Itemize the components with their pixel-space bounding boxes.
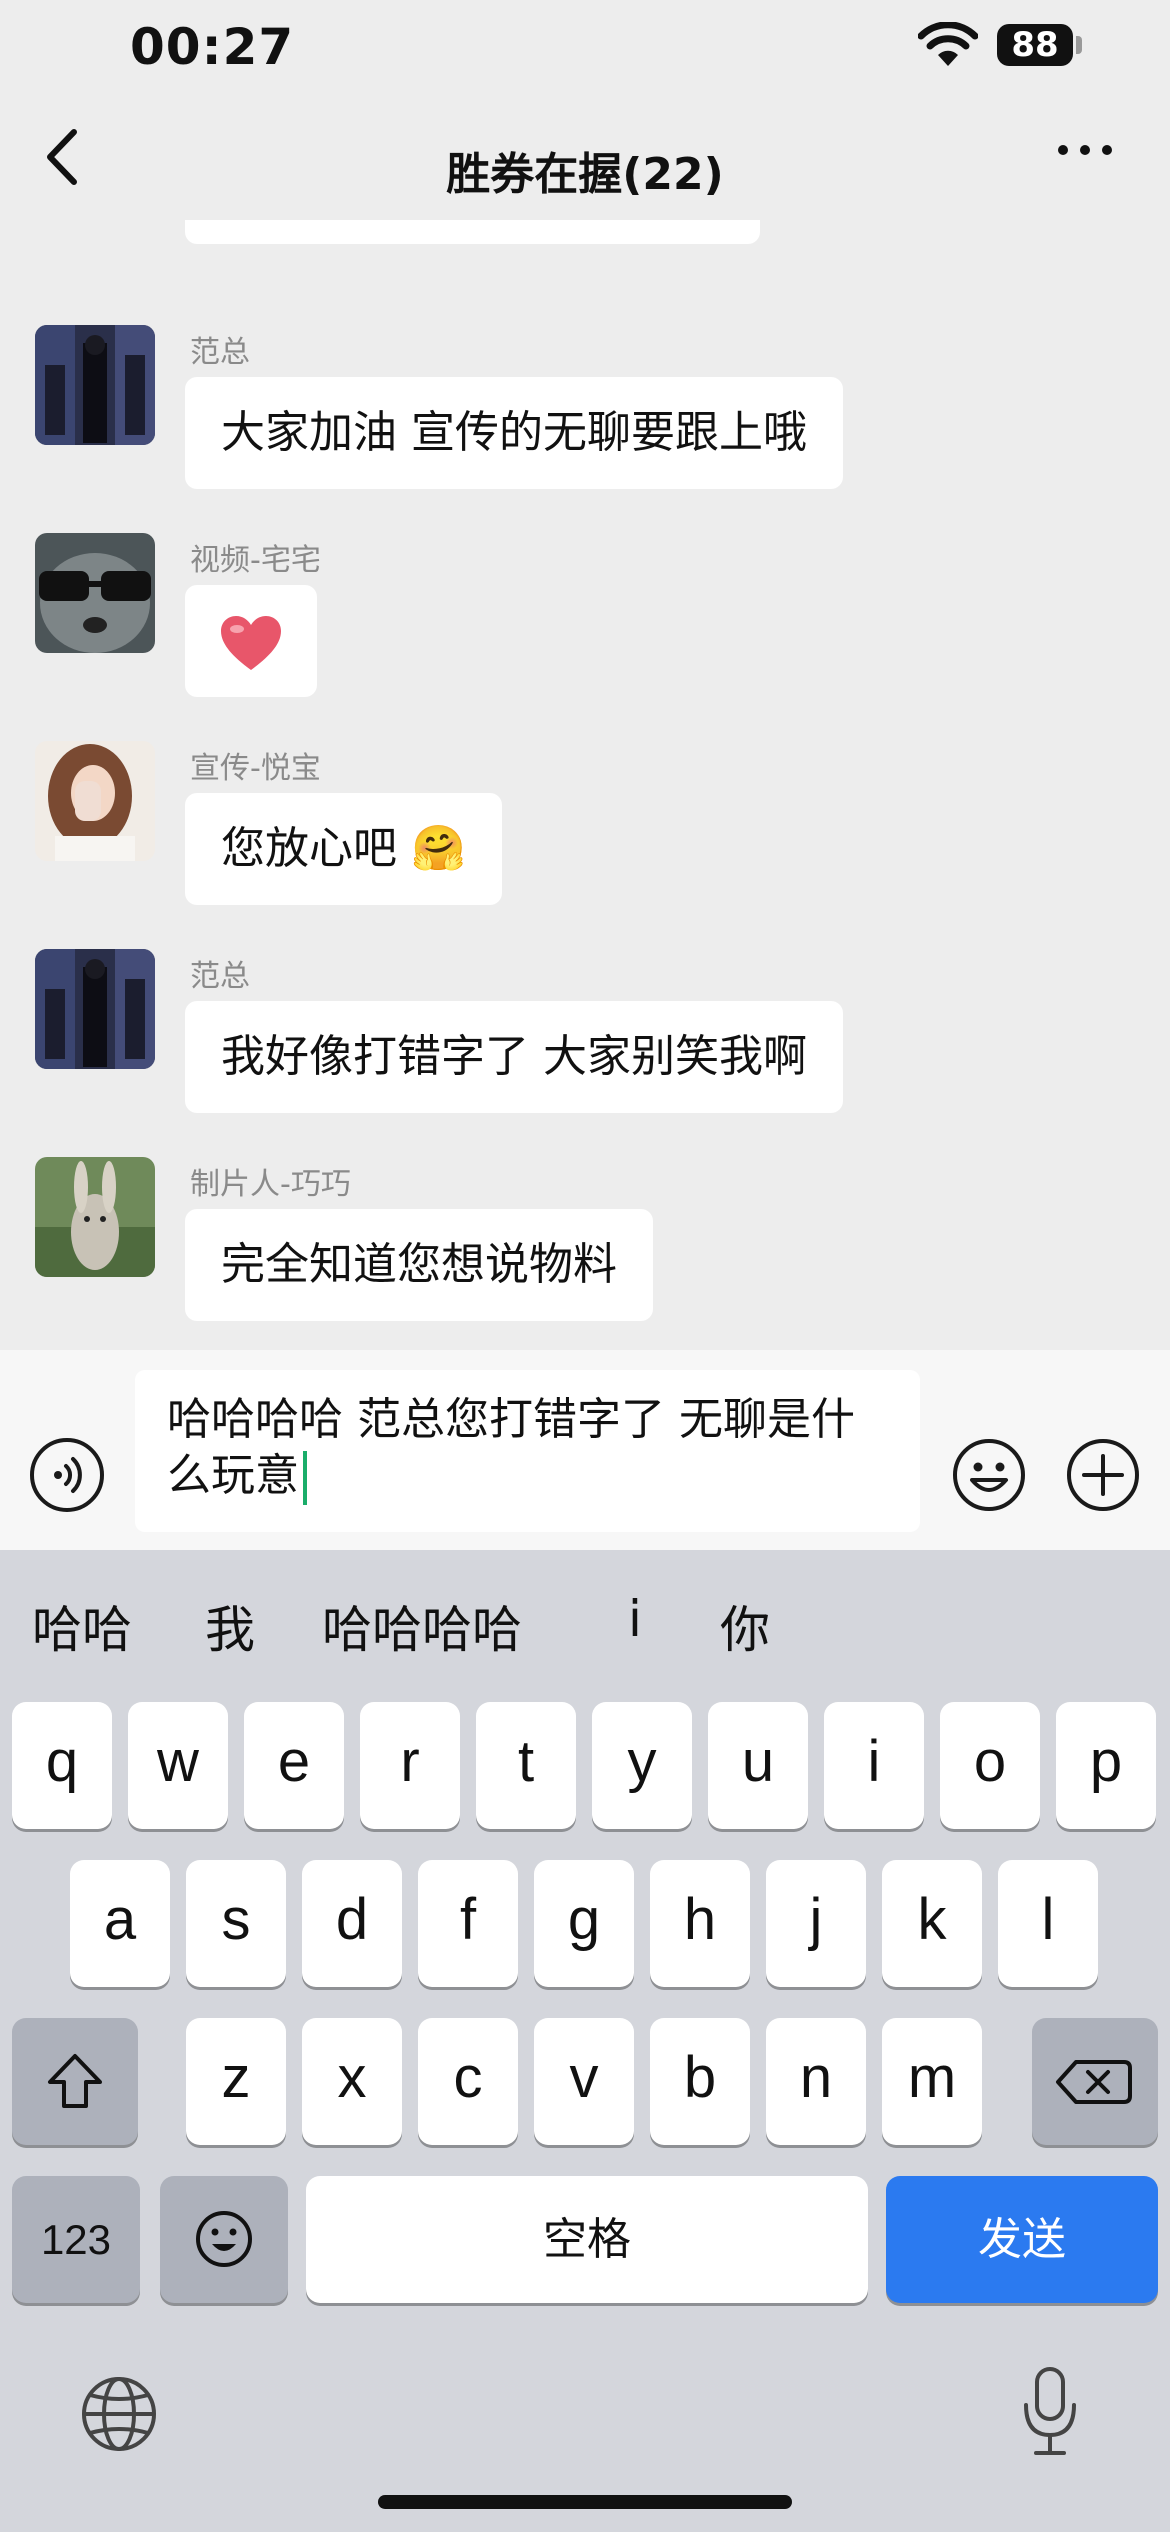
message-bubble[interactable]: ❤️ (185, 585, 317, 697)
backspace-icon (1056, 2060, 1132, 2104)
heart-icon (221, 616, 281, 670)
message-bubble[interactable]: 我好像打错字了 大家别笑我啊 (185, 1001, 843, 1113)
key-a[interactable]: a (70, 1860, 170, 1987)
key-j[interactable]: j (766, 1860, 866, 1987)
numbers-key[interactable]: 123 (12, 2176, 140, 2303)
emoji-icon (196, 2211, 252, 2267)
key-o[interactable]: o (940, 1702, 1040, 1829)
key-h[interactable]: h (650, 1860, 750, 1987)
emoji-button-icon[interactable] (952, 1438, 1026, 1512)
battery-icon: 88 (997, 24, 1073, 66)
key-e[interactable]: e (244, 1702, 344, 1829)
globe-icon[interactable] (80, 2375, 158, 2453)
text-cursor (303, 1451, 307, 1505)
key-t[interactable]: t (476, 1702, 576, 1829)
key-g[interactable]: g (534, 1860, 634, 1987)
key-w[interactable]: w (128, 1702, 228, 1829)
avatar[interactable] (35, 1157, 155, 1277)
candidate-word[interactable]: 哈哈 (32, 1590, 132, 1662)
key-f[interactable]: f (418, 1860, 518, 1987)
sender-name: 视频-宅宅 (190, 543, 321, 578)
key-r[interactable]: r (360, 1702, 460, 1829)
key-b[interactable]: b (650, 2018, 750, 2145)
message-bubble[interactable]: 您放心吧 🤗 (185, 793, 502, 905)
avatar[interactable] (35, 533, 155, 653)
plus-icon[interactable] (1066, 1438, 1140, 1512)
status-bar: 00:27 88 (0, 0, 1170, 100)
voice-input-button[interactable] (30, 1438, 104, 1512)
input-text: 哈哈哈哈 范总您打错字了 无聊是什么玩意 (167, 1394, 855, 1501)
avatar[interactable] (35, 325, 155, 445)
key-v[interactable]: v (534, 2018, 634, 2145)
backspace-key[interactable] (1032, 2018, 1158, 2145)
candidate-word[interactable]: 哈哈哈哈 (322, 1590, 522, 1662)
key-x[interactable]: x (302, 2018, 402, 2145)
key-i[interactable]: i (824, 1702, 924, 1829)
key-k[interactable]: k (882, 1860, 982, 1987)
keyboard: 哈哈 我 哈哈哈哈 i 你 q w e r t y u i o p a s d … (0, 1550, 1170, 2532)
chat-title: 胜券在握(22) (446, 149, 724, 200)
shift-icon (48, 2054, 102, 2108)
shift-key[interactable] (12, 2018, 138, 2145)
message-input[interactable]: 哈哈哈哈 范总您打错字了 无聊是什么玩意 (135, 1370, 920, 1532)
key-m[interactable]: m (882, 2018, 982, 2145)
candidate-bar: 哈哈 我 哈哈哈哈 i 你 (0, 1550, 1170, 1690)
avatar[interactable] (35, 741, 155, 861)
chat-area[interactable]: 范总 大家加油 宣传的无聊要跟上哦 视频-宅宅 ❤️ (0, 220, 1170, 1350)
status-time: 00:27 (130, 18, 295, 76)
space-key[interactable]: 空格 (306, 2176, 868, 2303)
key-y[interactable]: y (592, 1702, 692, 1829)
wifi-icon (918, 22, 978, 66)
send-key[interactable]: 发送 (886, 2176, 1158, 2303)
voice-icon (54, 1457, 82, 1493)
key-z[interactable]: z (186, 2018, 286, 2145)
sender-name: 范总 (190, 959, 250, 994)
candidate-word[interactable]: 你 (720, 1590, 770, 1662)
emoji-key[interactable] (160, 2176, 288, 2303)
nav-bar: 胜券在握(22) (0, 100, 1170, 220)
candidate-word[interactable]: i (628, 1590, 642, 1648)
key-q[interactable]: q (12, 1702, 112, 1829)
avatar[interactable] (35, 949, 155, 1069)
more-icon[interactable] (1055, 130, 1115, 170)
sender-name: 制片人-巧巧 (190, 1167, 351, 1202)
home-indicator[interactable] (378, 2495, 792, 2509)
candidate-word[interactable]: 我 (205, 1590, 255, 1662)
previous-message-bubble (185, 220, 760, 244)
microphone-icon[interactable] (1020, 2365, 1080, 2460)
battery-tip (1076, 36, 1082, 54)
key-u[interactable]: u (708, 1702, 808, 1829)
key-n[interactable]: n (766, 2018, 866, 2145)
message-bubble[interactable]: 完全知道您想说物料 (185, 1209, 653, 1321)
message-bubble[interactable]: 大家加油 宣传的无聊要跟上哦 (185, 377, 843, 489)
key-s[interactable]: s (186, 1860, 286, 1987)
key-p[interactable]: p (1056, 1702, 1156, 1829)
key-d[interactable]: d (302, 1860, 402, 1987)
key-l[interactable]: l (998, 1860, 1098, 1987)
sender-name: 宣传-悦宝 (190, 751, 321, 786)
input-bar: 哈哈哈哈 范总您打错字了 无聊是什么玩意 (0, 1350, 1170, 1550)
key-c[interactable]: c (418, 2018, 518, 2145)
sender-name: 范总 (190, 335, 250, 370)
